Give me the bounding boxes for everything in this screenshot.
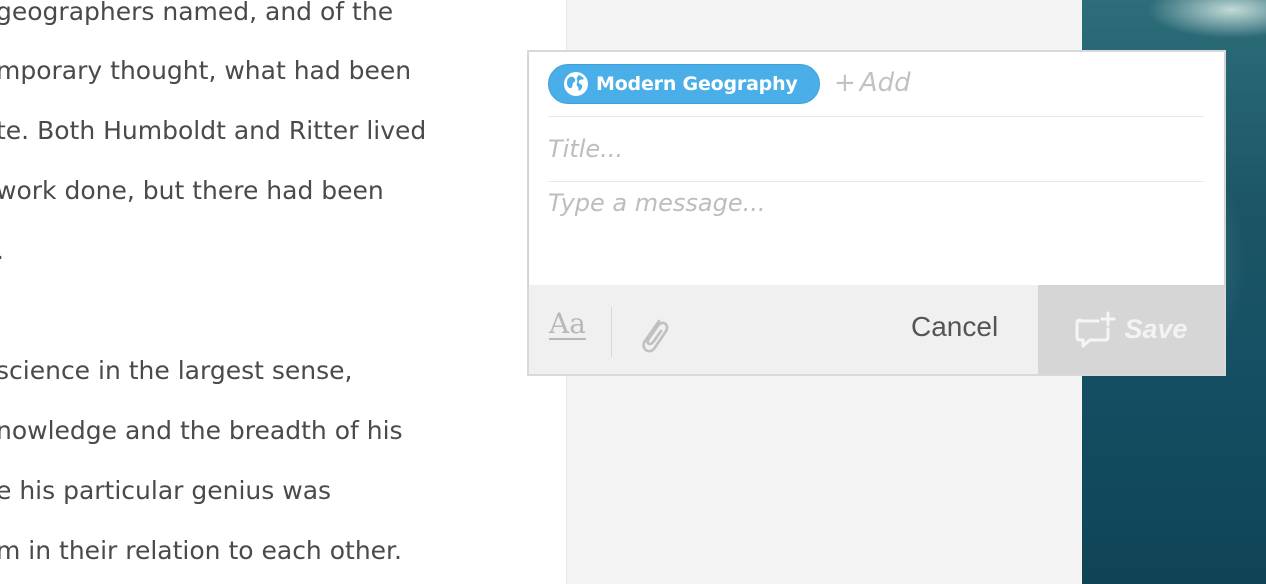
globe-icon (563, 71, 589, 97)
cancel-button[interactable]: Cancel (911, 311, 998, 343)
paragraph-line: m in their relation to each other. (0, 536, 402, 565)
title-input[interactable] (548, 117, 1204, 182)
annotation-editor: Modern Geography +Add Aa Cancel Save (527, 50, 1226, 376)
comment-add-icon (1074, 311, 1116, 349)
reading-pane: geographers named, and of the mporary th… (0, 0, 566, 584)
tag-chip[interactable]: Modern Geography (548, 64, 820, 104)
paragraph-line: nowledge and the breadth of his (0, 416, 403, 445)
message-input[interactable] (548, 189, 1204, 277)
plus-icon: + (834, 68, 856, 98)
save-label: Save (1124, 314, 1188, 344)
paragraph-line: mporary thought, what had been (0, 56, 412, 85)
add-tag-button[interactable]: + Add (834, 68, 911, 98)
annotation-editor-body: Modern Geography + Add (529, 52, 1224, 285)
paragraph-line: geographers named, and of the (0, 0, 394, 26)
save-button[interactable]: Save (1038, 285, 1224, 374)
paragraph-line: e his particular genius was (0, 476, 332, 505)
paragraph-line: te. Both Humboldt and Ritter lived (0, 116, 427, 145)
format-text-button[interactable]: Aa (549, 307, 586, 340)
paragraph-line: science in the largest sense, (0, 356, 353, 385)
tag-label: Modern Geography (596, 73, 798, 95)
paragraph-line: . (0, 236, 4, 266)
add-tag-label: Add (859, 68, 911, 98)
tags-row: Modern Geography + Add (548, 62, 1204, 117)
paragraph-line: work done, but there had been (0, 176, 384, 205)
toolbar-divider (611, 307, 612, 357)
paperclip-icon[interactable] (633, 311, 673, 359)
editor-toolbar: Aa Cancel Save (529, 285, 1224, 374)
